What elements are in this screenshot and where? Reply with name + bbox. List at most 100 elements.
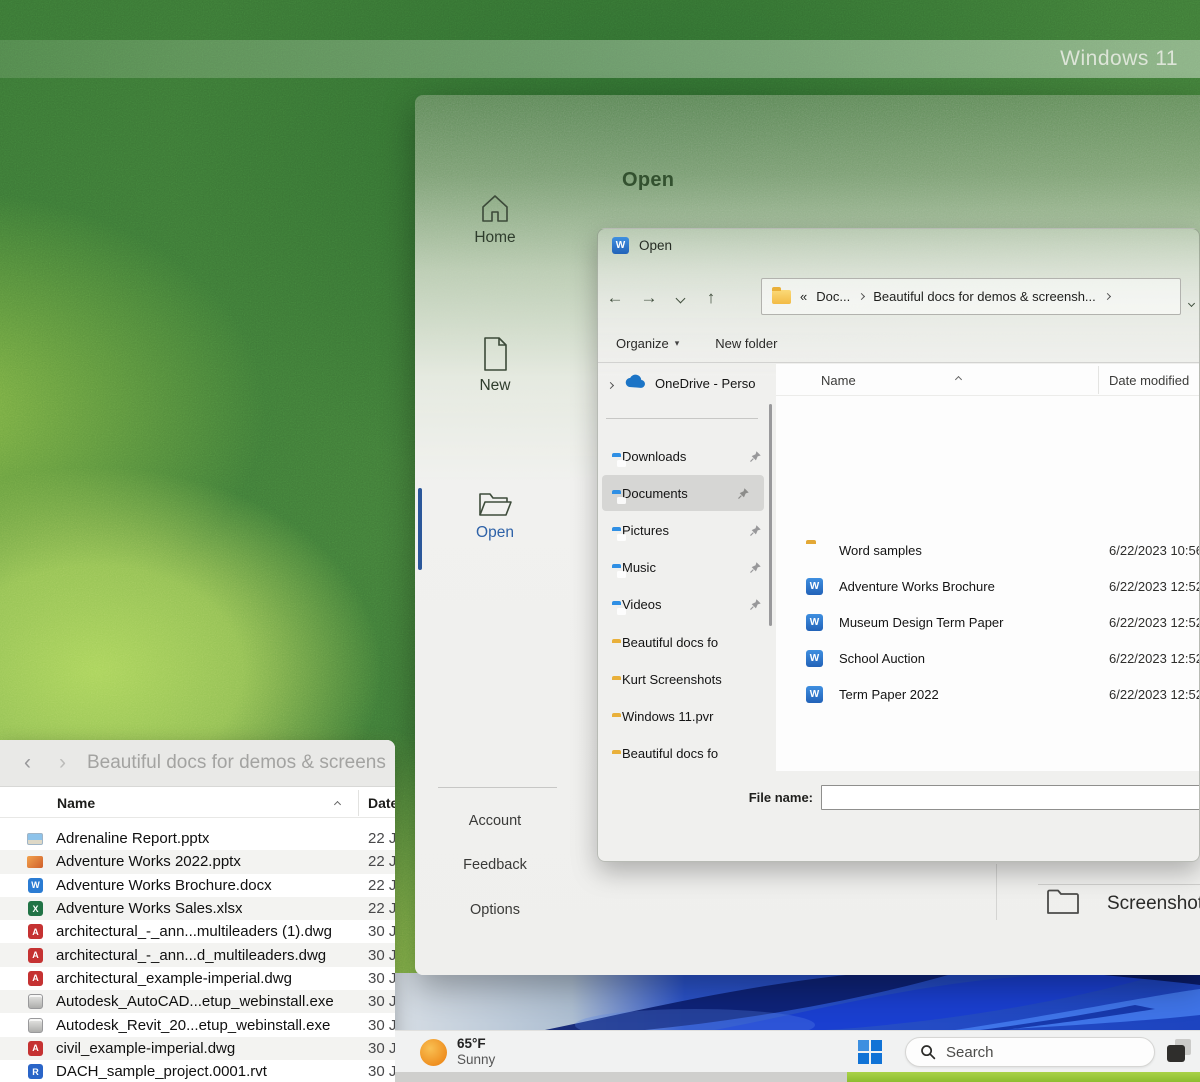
file-name: Autodesk_AutoCAD...etup_webinstall.exe (56, 993, 334, 1010)
forward-button[interactable]: → (632, 288, 666, 308)
sidebar-item-home[interactable]: Home (415, 192, 575, 247)
tree-item-windows-11-pvr[interactable]: Windows 11.pvr (598, 698, 776, 734)
tree-item-onedrive[interactable]: OneDrive - Perso (598, 365, 776, 401)
windows-logo-icon (871, 1040, 882, 1051)
installer-box-icon (28, 1018, 43, 1033)
tree-item-downloads[interactable]: Downloads (598, 438, 776, 474)
sidebar-item-account[interactable]: Account (415, 813, 575, 829)
table-row[interactable]: Adrenaline Report.pptx 22 J (0, 827, 395, 850)
tree-scrollbar[interactable] (769, 404, 772, 626)
column-header-name[interactable]: Name (821, 373, 856, 388)
file-date: 6/22/2023 12:52 (1109, 651, 1200, 666)
recent-locations-chevron[interactable] (666, 291, 694, 305)
table-row[interactable]: Adventure Works 2022.pptx 22 J (0, 850, 395, 873)
breadcrumb-overflow[interactable]: « (800, 289, 807, 304)
address-dropdown-chevron[interactable] (1189, 293, 1194, 311)
tree-item-beautiful-docs[interactable]: Beautiful docs fo (598, 624, 776, 660)
back-button[interactable]: ‹ (24, 751, 31, 775)
tree-item-label: Kurt Screenshots (622, 672, 722, 687)
weather-widget[interactable]: 65°F Sunny (420, 1036, 495, 1068)
table-row[interactable]: DACH_sample_project.0001.rvt 30 J (0, 1060, 395, 1082)
file-row-term-paper-2022[interactable]: Term Paper 2022 6/22/2023 12:52 (776, 677, 1200, 713)
dialog-titlebar[interactable]: W Open (598, 229, 1199, 261)
tree-item-label: Music (622, 560, 656, 575)
table-row[interactable]: architectural_-_ann...d_multileaders.dwg… (0, 943, 395, 966)
sidebar-item-open[interactable]: Open (415, 489, 575, 542)
column-divider[interactable] (1098, 366, 1099, 394)
file-date: 30 J (368, 993, 395, 1010)
tree-item-label: Beautiful docs fo (622, 746, 718, 761)
home-icon (478, 192, 512, 229)
sidebar-item-options[interactable]: Options (415, 902, 575, 918)
bloom-wallpaper-strip (395, 973, 1200, 1030)
tree-item-label: Windows 11.pvr (622, 709, 714, 724)
new-document-icon (480, 336, 510, 377)
explorer-file-list: Adrenaline Report.pptx 22 J Adventure Wo… (0, 827, 395, 1082)
windows-logo-icon (858, 1040, 869, 1051)
explorer-titlebar[interactable]: ‹ › Beautiful docs for demos & screens (0, 740, 395, 787)
tree-item-kurt-screenshots[interactable]: Kurt Screenshots (598, 661, 776, 697)
back-button[interactable]: ← (598, 288, 632, 308)
file-date: 30 J (368, 947, 395, 964)
column-divider[interactable] (358, 790, 359, 816)
tree-item-documents[interactable]: Documents (602, 475, 764, 511)
file-name: Term Paper 2022 (839, 687, 939, 702)
up-button[interactable]: ↑ (694, 288, 728, 308)
column-header-date-modified[interactable]: Date modified (1109, 373, 1189, 388)
new-folder-button[interactable]: New folder (715, 336, 777, 351)
tree-item-pictures[interactable]: Pictures (598, 512, 776, 548)
tree-item-videos[interactable]: Videos (598, 586, 776, 622)
start-button[interactable] (858, 1040, 882, 1064)
file-name: School Auction (839, 651, 925, 666)
table-row[interactable]: Autodesk_AutoCAD...etup_webinstall.exe 3… (0, 990, 395, 1013)
breadcrumb-documents[interactable]: Doc... (816, 289, 850, 304)
breadcrumb-separator-icon (1104, 293, 1111, 300)
file-explorer-window: ‹ › Beautiful docs for demos & screens N… (0, 740, 395, 1082)
breadcrumb-separator-icon (858, 293, 865, 300)
taskbar-search[interactable]: Search (905, 1037, 1155, 1067)
file-date: 22 J (368, 900, 395, 917)
windows-logo-icon (871, 1053, 882, 1064)
file-name: Word samples (839, 543, 922, 558)
file-row-adventure-works-brochure[interactable]: Adventure Works Brochure 6/22/2023 12:52 (776, 569, 1200, 605)
organize-menu[interactable]: Organize ▾ (616, 336, 679, 351)
file-row-museum-design-term-paper[interactable]: Museum Design Term Paper 6/22/2023 12:52 (776, 605, 1200, 641)
table-row[interactable]: civil_example-imperial.dwg 30 J (0, 1037, 395, 1060)
column-header-date[interactable]: Date (368, 795, 395, 811)
file-date: 30 J (368, 970, 395, 987)
breadcrumb-current-folder[interactable]: Beautiful docs for demos & screensh... (873, 289, 1096, 304)
address-bar[interactable]: « Doc... Beautiful docs for demos & scre… (761, 278, 1181, 315)
file-row-word-samples[interactable]: Word samples 6/22/2023 10:56 (776, 533, 1200, 569)
file-name: Autodesk_Revit_20...etup_webinstall.exe (56, 1017, 330, 1034)
word-document-icon (806, 578, 823, 595)
forward-button[interactable]: › (59, 751, 66, 775)
tree-item-beautiful-docs-2[interactable]: Beautiful docs fo (598, 735, 776, 771)
dwg-file-icon (28, 924, 43, 939)
column-header-name[interactable]: Name (57, 795, 95, 811)
windows-11-banner: Windows 11 (0, 40, 1200, 78)
screenshots-folder-tile[interactable]: Screenshots (1045, 886, 1200, 921)
file-name-input[interactable] (821, 785, 1200, 810)
sidebar-item-new[interactable]: New (415, 336, 575, 395)
table-row[interactable]: Adventure Works Brochure.docx 22 J (0, 874, 395, 897)
dwg-file-icon (28, 971, 43, 986)
search-label: Search (946, 1044, 994, 1061)
windows-11-label: Windows 11 (1060, 47, 1178, 71)
table-row[interactable]: Adventure Works Sales.xlsx 22 J (0, 897, 395, 920)
dialog-title: Open (639, 238, 672, 253)
table-row[interactable]: architectural_-_ann...multileaders (1).d… (0, 920, 395, 943)
file-date: 6/22/2023 10:56 (1109, 543, 1200, 558)
table-row[interactable]: architectural_example-imperial.dwg 30 J (0, 967, 395, 990)
tree-item-music[interactable]: Music (598, 549, 776, 585)
open-folder-icon (477, 489, 513, 524)
file-name: Adventure Works Brochure.docx (56, 877, 272, 894)
sidebar-item-feedback[interactable]: Feedback (415, 857, 575, 873)
file-row-school-auction[interactable]: School Auction 6/22/2023 12:52 (776, 641, 1200, 677)
file-name: Adrenaline Report.pptx (56, 830, 209, 847)
expand-chevron-icon[interactable] (608, 376, 613, 391)
bottom-strip-wallpaper (847, 1072, 1200, 1082)
folder-outline-icon (1045, 886, 1081, 921)
widgets-stack-icon[interactable] (1163, 1037, 1195, 1067)
table-row[interactable]: Autodesk_Revit_20...etup_webinstall.exe … (0, 1013, 395, 1036)
file-date: 30 J (368, 1017, 395, 1034)
